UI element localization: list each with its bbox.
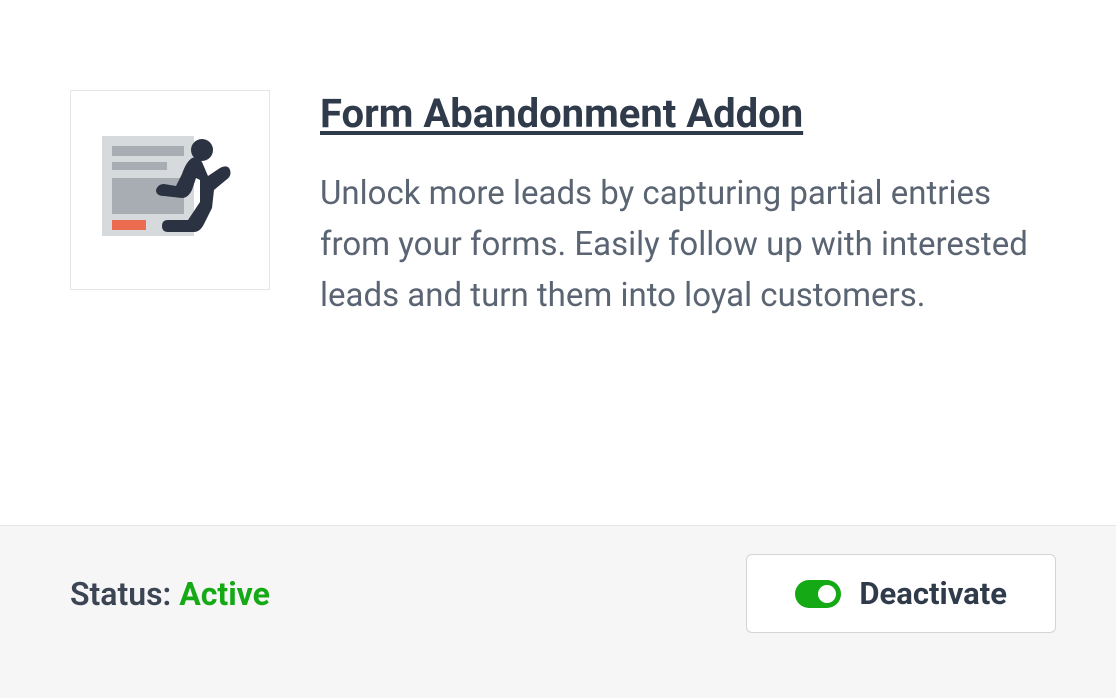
addon-footer: Status: Active Deactivate	[0, 525, 1116, 698]
status-wrap: Status: Active	[70, 575, 270, 613]
status-label: Status:	[70, 575, 179, 613]
toggle-on-icon	[795, 580, 841, 608]
addon-title[interactable]: Form Abandonment Addon	[320, 90, 1056, 138]
addon-card: Form Abandonment Addon Unlock more leads…	[0, 0, 1116, 698]
deactivate-button[interactable]: Deactivate	[746, 554, 1056, 633]
running-person-form-icon	[100, 130, 240, 250]
addon-description: Unlock more leads by capturing partial e…	[320, 168, 1056, 321]
status-value: Active	[179, 575, 270, 613]
addon-icon-box	[70, 90, 270, 290]
deactivate-button-label: Deactivate	[859, 575, 1007, 612]
addon-body: Form Abandonment Addon Unlock more leads…	[0, 0, 1116, 525]
addon-content: Form Abandonment Addon Unlock more leads…	[320, 90, 1056, 465]
